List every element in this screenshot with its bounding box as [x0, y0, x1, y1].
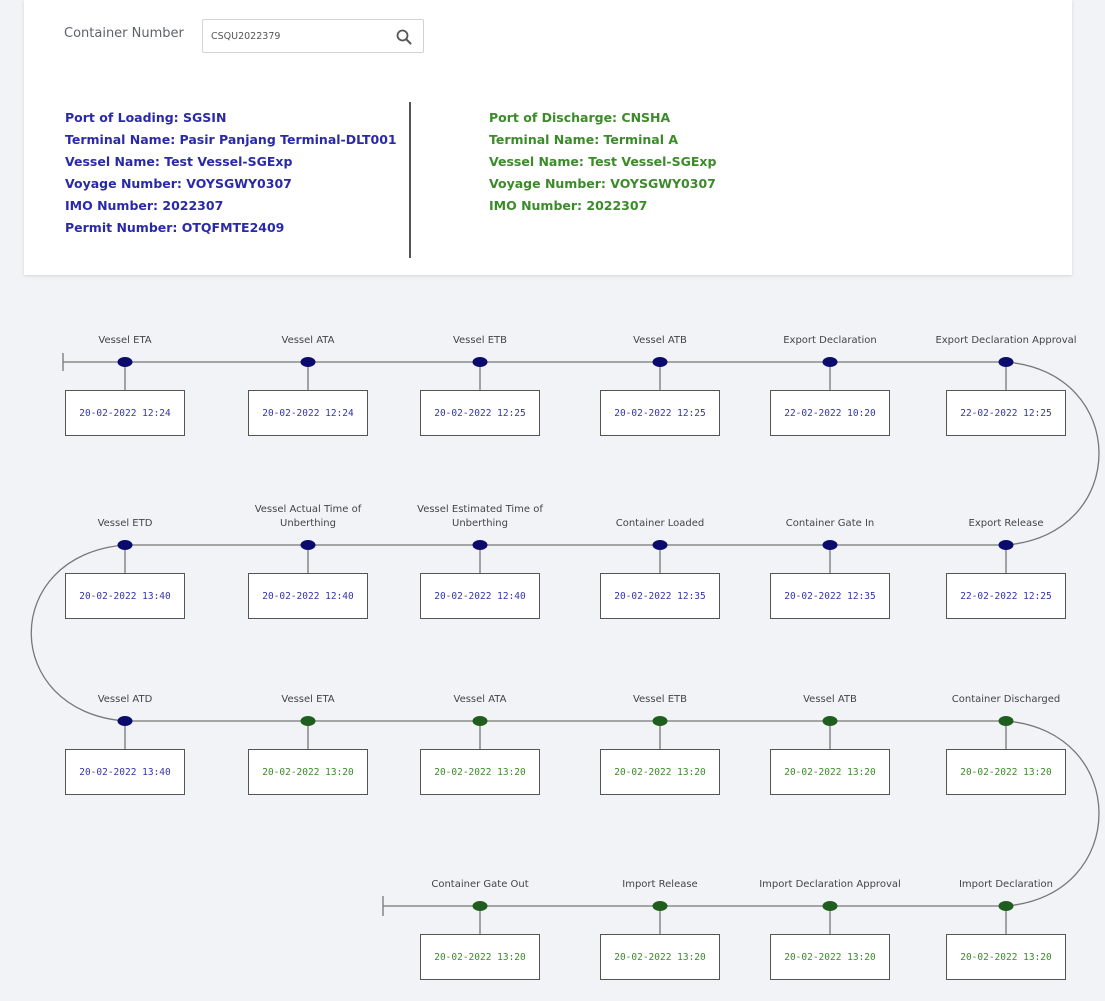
event-marker: [998, 357, 1014, 367]
event-label: Export Release: [968, 518, 1044, 529]
event-label: Vessel ATB: [803, 694, 857, 705]
event-marker: [998, 716, 1014, 726]
event-label: Vessel ATB: [633, 335, 687, 346]
event-label: Export Declaration: [783, 335, 877, 346]
event-date-box: 20-02-2022 13:20: [420, 934, 540, 980]
event-marker: [117, 357, 133, 367]
event-label: Vessel Estimated Time of Unberthing: [417, 504, 543, 529]
event-label: Vessel ATA: [281, 335, 335, 346]
event-label: Import Declaration: [958, 879, 1054, 890]
event-date-box: 20-02-2022 13:20: [420, 749, 540, 795]
event-label: Container Gate In: [785, 518, 875, 529]
event-date-box: 20-02-2022 13:20: [770, 934, 890, 980]
event-date-box: 20-02-2022 12:35: [770, 573, 890, 619]
event-date-box: 20-02-2022 13:20: [600, 749, 720, 795]
event-marker: [652, 540, 668, 550]
timeline-lines: [30, 353, 1100, 934]
event-marker: [472, 901, 488, 911]
event-date-box: 20-02-2022 12:40: [248, 573, 368, 619]
event-label: Export Declaration Approval: [935, 335, 1077, 346]
event-date-box: 20-02-2022 13:20: [770, 749, 890, 795]
event-marker: [300, 540, 316, 550]
event-marker: [998, 540, 1014, 550]
event-marker: [652, 716, 668, 726]
event-marker: [822, 357, 838, 367]
event-date-box: 20-02-2022 12:40: [420, 573, 540, 619]
event-label: Vessel ETA: [281, 694, 335, 705]
event-marker: [998, 901, 1014, 911]
event-label: Vessel ETB: [452, 335, 508, 346]
event-date-box: 20-02-2022 13:20: [946, 749, 1066, 795]
event-date-box: 20-02-2022 13:20: [600, 934, 720, 980]
event-date-box: 22-02-2022 12:25: [946, 573, 1066, 619]
event-date-box: 20-02-2022 13:20: [946, 934, 1066, 980]
event-date-box: 20-02-2022 13:40: [65, 749, 185, 795]
event-marker: [822, 901, 838, 911]
event-date-box: 20-02-2022 13:20: [248, 749, 368, 795]
event-label: Vessel Actual Time of Unberthing: [254, 504, 362, 529]
event-date-box: 20-02-2022 13:40: [65, 573, 185, 619]
event-label: Vessel ETD: [97, 518, 153, 529]
event-marker: [300, 716, 316, 726]
event-marker: [472, 540, 488, 550]
event-label: Import Declaration Approval: [759, 879, 901, 890]
event-label: Vessel ETA: [98, 335, 152, 346]
event-marker: [300, 357, 316, 367]
event-label: Vessel ETB: [632, 694, 688, 705]
event-date-box: 22-02-2022 12:25: [946, 390, 1066, 436]
event-marker: [652, 901, 668, 911]
event-label: Vessel ATD: [97, 694, 153, 705]
container-timeline: Vessel ETA 20-02-2022 12:24 Vessel ATA 20-0…: [0, 0, 1105, 1001]
event-date-box: 20-02-2022 12:24: [248, 390, 368, 436]
event-marker: [472, 357, 488, 367]
event-marker: [822, 716, 838, 726]
event-date-box: 20-02-2022 12:25: [600, 390, 720, 436]
event-label: Import Release: [622, 879, 698, 890]
event-date-box: 20-02-2022 12:35: [600, 573, 720, 619]
event-marker: [652, 357, 668, 367]
event-date-box: 22-02-2022 10:20: [770, 390, 890, 436]
event-date-box: 20-02-2022 12:24: [65, 390, 185, 436]
event-label: Container Discharged: [951, 694, 1061, 705]
event-label: Container Gate Out: [431, 879, 529, 890]
event-label: Container Loaded: [615, 518, 705, 529]
event-marker: [117, 540, 133, 550]
event-date-box: 20-02-2022 12:25: [420, 390, 540, 436]
event-marker: [822, 540, 838, 550]
event-marker: [472, 716, 488, 726]
event-label: Vessel ATA: [453, 694, 507, 705]
event-marker: [117, 716, 133, 726]
